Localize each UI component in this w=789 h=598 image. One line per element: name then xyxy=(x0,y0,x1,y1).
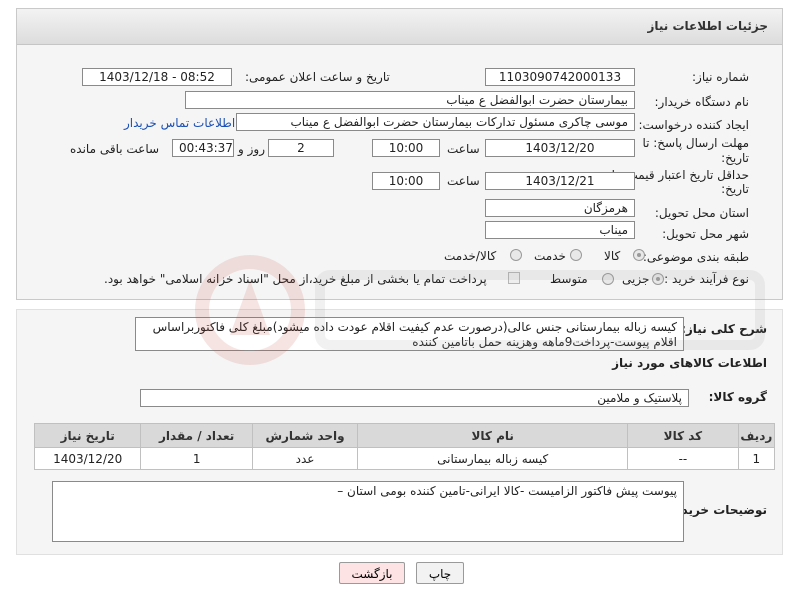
cell-qty: 1 xyxy=(140,447,253,470)
category-service-radio[interactable] xyxy=(570,249,582,261)
category-goods-label: کالا xyxy=(604,249,621,263)
items-table: ردیف کد کالا نام کالا واحد شمارش تعداد /… xyxy=(33,423,776,470)
description-field[interactable]: کیسه زباله بیمارستانی جنس عالی(درصورت عد… xyxy=(135,317,684,351)
process-partial-radio[interactable] xyxy=(652,273,664,285)
goods-group-field[interactable]: پلاستیک و ملامین xyxy=(140,389,689,407)
col-name: نام کالا xyxy=(357,423,629,448)
col-qty: تعداد / مقدار xyxy=(140,423,253,448)
category-both-radio[interactable] xyxy=(510,249,522,261)
col-unit: واحد شمارش xyxy=(251,423,359,448)
print-button[interactable]: چاپ xyxy=(416,562,464,584)
remaining-time-field[interactable]: 00:43:37 xyxy=(172,139,234,157)
process-medium-label: متوسط xyxy=(550,272,588,286)
buyer-notes-text: پیوست پیش فاکتور الزامیست -کالا ایرانی-ت… xyxy=(337,484,677,498)
goods-group-label: گروه کالا: xyxy=(708,390,767,404)
col-date: تاریخ نیاز xyxy=(33,423,142,448)
buyer-org-field[interactable]: بیمارستان حضرت ابوالفضل ع میناب xyxy=(185,91,635,109)
category-goods-radio[interactable] xyxy=(633,249,645,261)
deadline-label: مهلت ارسال پاسخ: تا xyxy=(642,136,749,150)
province-field[interactable]: هرمزگان xyxy=(485,199,635,217)
need-number-field[interactable]: 1103090742000133 xyxy=(485,68,635,86)
goods-section-title: اطلاعات کالاهای مورد نیاز xyxy=(612,356,767,370)
col-code: کد کالا xyxy=(627,423,739,448)
panel-title: جزئیات اطلاعات نیاز xyxy=(647,19,768,33)
deadline-date-field[interactable]: 1403/12/20 xyxy=(485,139,635,157)
treasury-payment-text: پرداخت تمام یا بخشی از مبلغ خرید،از محل … xyxy=(104,272,487,286)
buyer-contact-link[interactable]: اطلاعات تماس خریدار xyxy=(124,116,235,130)
treasury-payment-checkbox[interactable] xyxy=(508,272,520,284)
process-partial-label: جزیی xyxy=(622,272,650,286)
back-button[interactable]: بازگشت xyxy=(339,562,405,584)
city-field[interactable]: میناب xyxy=(485,221,635,239)
process-label: نوع فرآیند خرید : xyxy=(664,272,749,286)
need-number-label: شماره نیاز: xyxy=(692,70,749,84)
cell-unit: عدد xyxy=(251,447,359,470)
cell-code: -- xyxy=(627,447,739,470)
category-service-label: خدمت xyxy=(534,249,566,263)
remaining-label: ساعت باقی مانده xyxy=(70,142,160,156)
creator-label: ایجاد کننده درخواست: xyxy=(638,118,749,132)
panel-header: جزئیات اطلاعات نیاز xyxy=(17,9,782,45)
province-label: استان محل تحویل: xyxy=(654,206,749,220)
buyer-notes-field[interactable]: پیوست پیش فاکتور الزامیست -کالا ایرانی-ت… xyxy=(52,481,684,542)
items-table-header: ردیف کد کالا نام کالا واحد شمارش تعداد /… xyxy=(33,423,776,448)
category-both-label: کالا/خدمت xyxy=(444,249,497,263)
validity-date-field[interactable]: 1403/12/21 xyxy=(485,172,635,190)
description-label: شرح کلی نیاز: xyxy=(681,322,767,336)
validity-time-field[interactable]: 10:00 xyxy=(372,172,440,190)
cell-name: کیسه زباله بیمارستانی xyxy=(357,447,629,470)
validity-label-date: تاریخ: xyxy=(721,182,749,196)
validity-time-label: ساعت xyxy=(447,174,480,188)
cell-row: 1 xyxy=(737,447,776,470)
cell-date: 1403/12/20 xyxy=(33,447,142,470)
deadline-time-label: ساعت xyxy=(447,142,480,156)
col-row: ردیف xyxy=(737,423,776,448)
description-text: کیسه زباله بیمارستانی جنس عالی(درصورت عد… xyxy=(152,320,677,349)
deadline-time-field[interactable]: 10:00 xyxy=(372,139,440,157)
announce-field[interactable]: 1403/12/18 - 08:52 xyxy=(82,68,232,86)
category-label: طبقه بندی موضوعی: xyxy=(642,250,749,264)
days-label: روز و xyxy=(238,142,265,156)
table-row[interactable]: 1 -- کیسه زباله بیمارستانی عدد 1 1403/12… xyxy=(33,447,776,470)
days-field[interactable]: 2 xyxy=(268,139,334,157)
announce-label: تاریخ و ساعت اعلان عمومی: xyxy=(245,70,390,84)
buyer-org-label: نام دستگاه خریدار: xyxy=(654,95,750,109)
city-label: شهر محل تحویل: xyxy=(662,227,749,241)
deadline-label-date: تاریخ: xyxy=(721,151,749,165)
creator-field[interactable]: موسی چاکری مسئول تدارکات بیمارستان حضرت … xyxy=(236,113,635,131)
process-medium-radio[interactable] xyxy=(602,273,614,285)
